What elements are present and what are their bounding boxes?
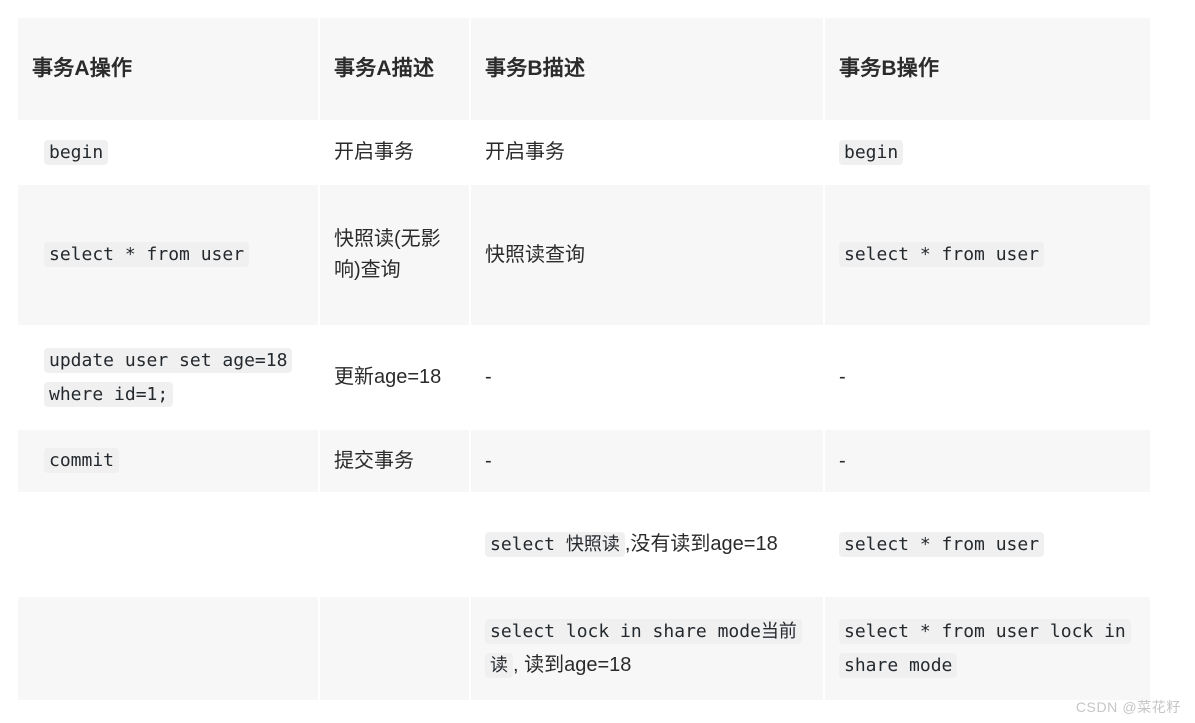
empty-placeholder: - — [485, 366, 492, 388]
cell-b-description: - — [470, 325, 825, 430]
empty-placeholder: - — [839, 366, 846, 388]
cell-a-operation: update user set age=18 where id=1; — [18, 325, 320, 430]
table-header: 事务A操作 事务A描述 事务B描述 事务B操作 — [18, 18, 1150, 120]
cell-a-description: 开启事务 — [319, 120, 471, 185]
code-snippet: select 快照读 — [485, 531, 625, 557]
column-header-a-description: 事务A描述 — [319, 18, 471, 120]
cell-b-description: - — [470, 430, 825, 492]
csdn-watermark: CSDN @菜花籽 — [1075, 699, 1181, 715]
cell-b-operation: - — [824, 325, 1150, 430]
table-row: begin 开启事务 开启事务 begin — [18, 120, 1150, 185]
empty-placeholder: - — [485, 449, 492, 472]
empty-placeholder: - — [839, 449, 846, 472]
code-snippet: begin — [839, 139, 904, 165]
cell-b-operation: select * from user — [824, 185, 1150, 325]
cell-b-description: select lock in share mode当前读, 读到age=18 — [470, 597, 825, 700]
code-snippet: select * from user lock in share mode — [839, 619, 1131, 678]
cell-b-operation: select * from user lock in share mode — [824, 597, 1150, 700]
cell-b-operation: - — [824, 430, 1150, 492]
cell-a-operation — [18, 597, 320, 700]
code-snippet: commit — [44, 448, 120, 474]
description-text: , 读到age=18 — [513, 653, 632, 676]
column-header-a-operation: 事务A操作 — [18, 18, 320, 120]
page-root: 事务A操作 事务A描述 事务B描述 事务B操作 begin 开启事务 开启事务 — [0, 0, 1195, 723]
transaction-comparison-table: 事务A操作 事务A描述 事务B描述 事务B操作 begin 开启事务 开启事务 — [18, 18, 1150, 700]
table-body: begin 开启事务 开启事务 begin select * from user — [18, 120, 1150, 700]
table-row: commit 提交事务 - - — [18, 430, 1150, 492]
cell-a-description: 更新age=18 — [319, 325, 471, 430]
cell-a-operation — [18, 492, 320, 597]
description-text: ,没有读到age=18 — [624, 532, 778, 555]
cell-b-description: 开启事务 — [470, 120, 825, 185]
cell-a-operation: begin — [18, 120, 320, 185]
cell-b-operation: select * from user — [824, 492, 1150, 597]
cell-a-description — [319, 492, 471, 597]
table-header-row: 事务A操作 事务A描述 事务B描述 事务B操作 — [18, 18, 1150, 120]
table-row: select 快照读 ,没有读到age=18 select * from user — [18, 492, 1150, 597]
code-snippet: select * from user — [44, 242, 250, 268]
cell-a-description: 快照读(无影响)查询 — [319, 185, 471, 325]
table-row: update user set age=18 where id=1; 更新age… — [18, 325, 1150, 430]
cell-b-operation: begin — [824, 120, 1150, 185]
description-text: 更新age=18 — [334, 366, 442, 388]
table-row: select * from user 快照读(无影响)查询 快照读查询 sele… — [18, 185, 1150, 325]
description-text: 提交事务 — [334, 449, 414, 472]
description-text: 快照读(无影响)查询 — [334, 228, 441, 281]
table-row: select lock in share mode当前读, 读到age=18 s… — [18, 597, 1150, 700]
code-snippet: begin — [44, 139, 109, 165]
cell-a-description: 提交事务 — [319, 430, 471, 492]
cell-a-operation: select * from user — [18, 185, 320, 325]
cell-b-description: select 快照读 ,没有读到age=18 — [470, 492, 825, 597]
description-text: 开启事务 — [485, 141, 565, 163]
column-header-b-description: 事务B描述 — [470, 18, 825, 120]
cell-a-operation: commit — [18, 430, 320, 492]
code-snippet: select * from user — [839, 531, 1045, 557]
description-text: 开启事务 — [334, 141, 414, 163]
code-snippet: select * from user — [839, 242, 1045, 268]
comparison-table-wrapper: 事务A操作 事务A描述 事务B描述 事务B操作 begin 开启事务 开启事务 — [18, 18, 1150, 700]
description-text: 快照读查询 — [485, 243, 585, 266]
code-snippet: update user set age=18 where id=1; — [44, 348, 293, 407]
cell-a-description — [319, 597, 471, 700]
column-header-b-operation: 事务B操作 — [824, 18, 1150, 120]
cell-b-description: 快照读查询 — [470, 185, 825, 325]
